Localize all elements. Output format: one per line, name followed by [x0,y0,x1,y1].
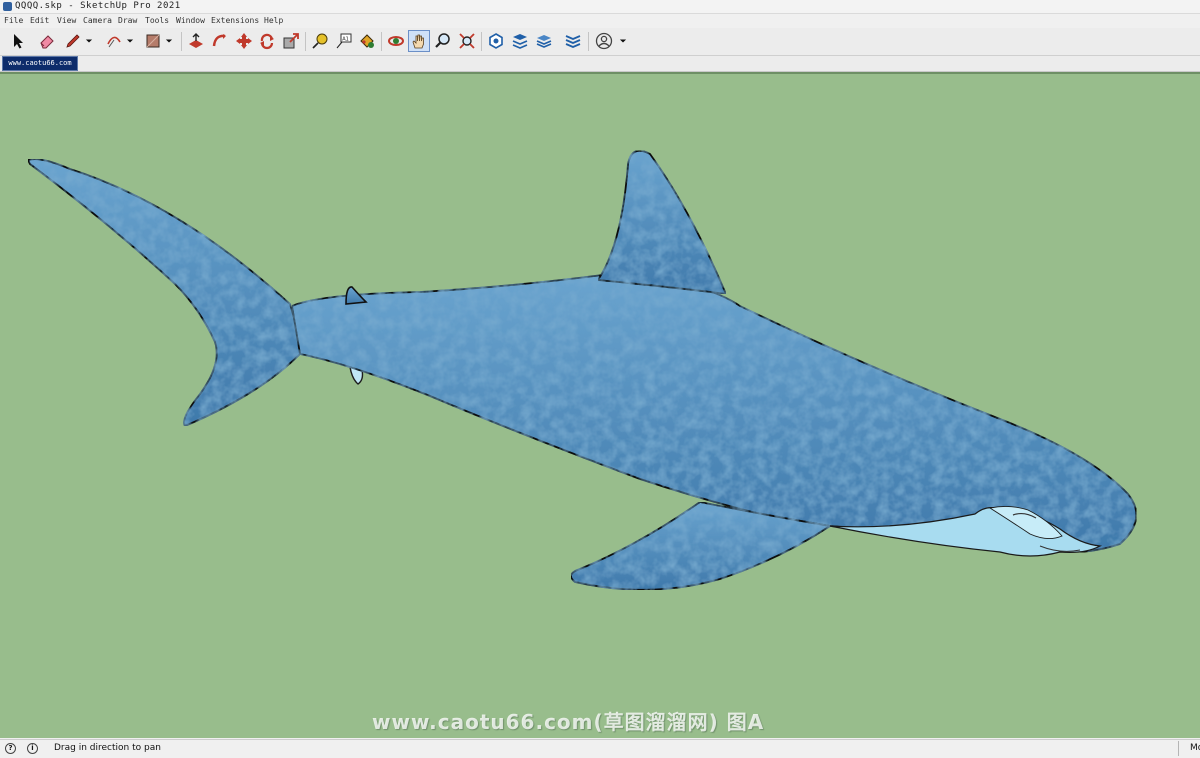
layout-icon [536,35,552,48]
extension-warehouse-tool-button[interactable] [509,30,531,52]
zoom-extents-icon [459,33,475,49]
paint-bucket-icon [360,34,374,48]
toolbar-separator [181,32,182,51]
move-tool-button[interactable] [233,30,255,52]
text-icon: A1 [336,33,352,49]
menu-window[interactable]: Window [176,14,205,27]
scale-icon [283,33,299,49]
scene-tab[interactable]: www.caotu66.com [2,56,78,71]
watermark-text: www.caotu66.com(草图溜溜网) 图A [372,710,765,734]
arc-icon [107,36,121,48]
scale-tool-button[interactable] [280,30,302,52]
menu-bar: File Edit View Camera Draw Tools Window … [0,14,1200,27]
menu-tools[interactable]: Tools [145,14,169,27]
rectangle-icon [146,34,160,48]
toolbar-separator [481,32,482,51]
move-icon [236,33,252,49]
line-tool-button[interactable] [62,30,84,52]
arc-tool-dropdown[interactable] [123,30,137,52]
menu-edit[interactable]: Edit [30,14,49,27]
orbit-icon [388,36,404,46]
chevron-down-icon [126,39,134,43]
layout-tool-button[interactable] [533,30,555,52]
arrow-cursor-icon [14,34,23,49]
model-viewport[interactable]: www.caotu66.com(草图溜溜网) 图A [0,72,1200,738]
pencil-icon [66,34,80,48]
line-tool-dropdown[interactable] [82,30,96,52]
status-bar: ? i Drag in direction to pan Mo [0,739,1200,758]
zoom-icon [435,33,450,48]
pan-hand-icon [412,34,424,49]
window-title: QQQQ.skp - SketchUp Pro 2021 [15,1,181,11]
dorsal-fin [596,149,728,296]
menu-view[interactable]: View [57,14,76,27]
chevron-down-icon [165,39,173,43]
follow-me-tool-button[interactable] [209,30,231,52]
rotate-icon [260,33,274,50]
pan-tool-button[interactable] [408,30,430,52]
account-icon [595,32,613,50]
warehouse-icon [489,33,503,49]
chevron-down-icon [85,39,93,43]
follow-me-icon [212,34,226,47]
chevron-down-icon [619,39,627,43]
sketchup-logo-icon [3,2,12,11]
menu-file[interactable]: File [4,14,23,27]
zoom-tool-button[interactable] [432,30,454,52]
tape-measure-icon [312,33,328,49]
shapes-tool-button[interactable] [142,30,164,52]
toolbar-separator [381,32,382,51]
account-dropdown[interactable] [616,30,630,52]
orbit-tool-button[interactable] [385,30,407,52]
select-tool-button[interactable] [7,30,29,52]
toolbar-separator [305,32,306,51]
warehouse-tool-button[interactable] [485,30,507,52]
rotate-tool-button[interactable] [256,30,278,52]
instructor-info-icon[interactable]: i [27,743,38,754]
eraser-tool-button[interactable] [36,30,58,52]
status-message: Drag in direction to pan [54,743,161,753]
push-pull-tool-button[interactable] [185,30,207,52]
geo-location-icon[interactable]: ? [5,743,16,754]
tape-measure-tool-button[interactable] [309,30,331,52]
status-divider [1178,741,1179,756]
large-tool-set-toolbar: A1 [0,28,1200,56]
extension-manager-tool-button[interactable] [562,30,584,52]
tail-fin [26,158,301,428]
menu-draw[interactable]: Draw [118,14,137,27]
menu-extensions[interactable]: Extensions [211,14,259,27]
paint-bucket-tool-button[interactable] [356,30,378,52]
menu-camera[interactable]: Camera [83,14,112,27]
push-pull-icon [189,33,203,48]
account-button[interactable] [593,30,615,52]
toolbar-separator [588,32,589,51]
extension-warehouse-icon [512,34,528,49]
shark-model[interactable] [0,74,1200,738]
shapes-tool-dropdown[interactable] [162,30,176,52]
scene-tabs-bar: www.caotu66.com [0,56,1200,72]
text-tool-button[interactable]: A1 [333,30,355,52]
extension-manager-icon [565,35,581,48]
svg-text:A1: A1 [342,37,349,43]
menu-help[interactable]: Help [264,14,283,27]
eraser-icon [40,35,54,49]
arc-tool-button[interactable] [103,30,125,52]
measurements-label: Mo [1190,743,1200,753]
title-bar: QQQQ.skp - SketchUp Pro 2021 [0,0,1200,14]
zoom-extents-tool-button[interactable] [456,30,478,52]
